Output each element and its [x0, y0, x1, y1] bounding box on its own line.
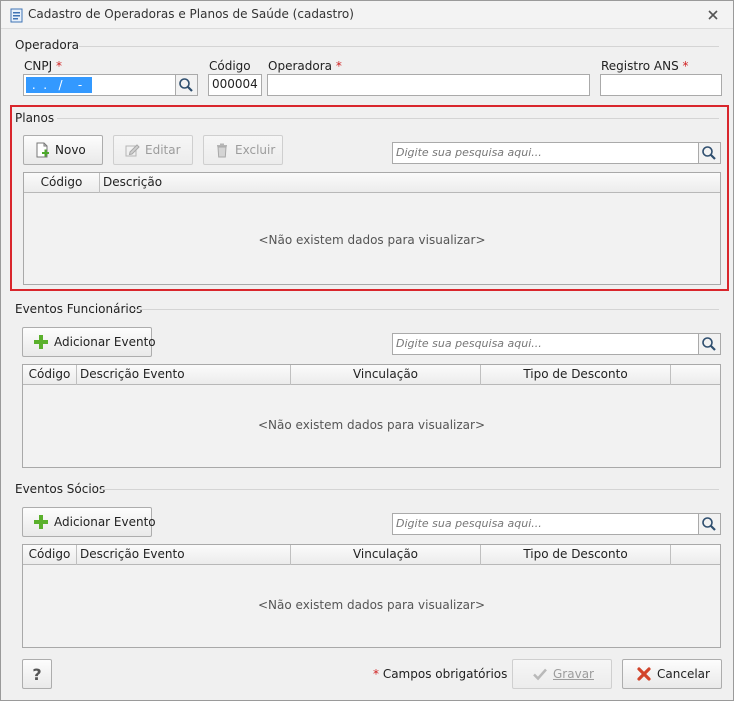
novo-button[interactable]: Novo [23, 135, 103, 165]
adicionar-evento-funcionarios-button[interactable]: Adicionar Evento [22, 327, 156, 357]
form-icon [10, 8, 23, 23]
eventos-socios-search-input[interactable]: Digite sua pesquisa aqui... [392, 513, 699, 535]
planos-search-button[interactable] [699, 142, 721, 164]
adicionar-evento-label: Adicionar Evento [54, 515, 156, 529]
cnpj-value: . . / - [26, 77, 92, 93]
registro-ans-label: Registro ANS * [601, 59, 689, 73]
column-header-descricao-evento[interactable]: Descrição Evento [77, 365, 291, 385]
edit-icon [125, 144, 140, 157]
codigo-label: Código [209, 59, 251, 73]
window-title: Cadastro de Operadoras e Planos de Saúde… [28, 7, 354, 21]
dialog-window: Cadastro de Operadoras e Planos de Saúde… [0, 0, 734, 701]
close-icon[interactable] [705, 8, 721, 22]
column-header-tipo-desconto[interactable]: Tipo de Desconto [481, 545, 671, 565]
column-header-descricao-evento[interactable]: Descrição Evento [77, 545, 291, 565]
column-header-codigo[interactable]: Código [23, 545, 77, 565]
title-bar: Cadastro de Operadoras e Planos de Saúde… [1, 1, 733, 29]
cnpj-search-button[interactable] [176, 74, 198, 96]
cancelar-label: Cancelar [657, 667, 710, 681]
section-planos-label: Planos [15, 111, 55, 125]
eventos-socios-search-button[interactable] [699, 513, 721, 535]
column-header-vinculacao[interactable]: Vinculação [291, 365, 481, 385]
planos-empty-message: <Não existem dados para visualizar> [258, 233, 486, 247]
plus-icon [34, 335, 48, 349]
eventos-funcionarios-search-input[interactable]: Digite sua pesquisa aqui... [392, 333, 699, 355]
eventos-socios-grid-header: Código Descrição Evento Vinculação Tipo … [23, 545, 720, 565]
plus-icon [34, 515, 48, 529]
new-document-icon [36, 142, 49, 158]
search-icon [179, 78, 193, 92]
excluir-button[interactable]: Excluir [203, 135, 283, 165]
gravar-label: Gravar [553, 667, 594, 681]
operadora-input[interactable] [267, 74, 590, 96]
section-divider [57, 118, 719, 119]
eventos-funcionarios-empty-message: <Não existem dados para visualizar> [257, 418, 485, 432]
operadora-label: Operadora * [268, 59, 342, 73]
editar-button[interactable]: Editar [113, 135, 193, 165]
section-eventos-socios-label: Eventos Sócios [15, 482, 106, 496]
search-icon [702, 146, 716, 160]
column-header-codigo[interactable]: Código [23, 365, 77, 385]
eventos-funcionarios-grid-header: Código Descrição Evento Vinculação Tipo … [23, 365, 720, 385]
cnpj-input[interactable]: . . / - [23, 74, 176, 96]
adicionar-evento-label: Adicionar Evento [54, 335, 156, 349]
section-divider [101, 489, 719, 490]
column-header-descricao[interactable]: Descrição [100, 173, 720, 193]
cnpj-label: CNPJ * [24, 59, 62, 73]
help-button[interactable]: ? [22, 659, 52, 689]
column-header-vinculacao[interactable]: Vinculação [291, 545, 481, 565]
column-header-tipo-desconto[interactable]: Tipo de Desconto [481, 365, 671, 385]
codigo-input[interactable]: 000004 [208, 74, 262, 96]
planos-grid-header: Código Descrição [24, 173, 720, 193]
check-icon [533, 668, 547, 681]
cancel-x-icon [637, 667, 651, 681]
column-header-codigo[interactable]: Código [24, 173, 100, 193]
planos-grid: Código Descrição <Não existem dados para… [23, 172, 721, 285]
gravar-button[interactable]: Gravar [512, 659, 612, 689]
planos-search-input[interactable]: Digite sua pesquisa aqui... [392, 142, 699, 164]
cancelar-button[interactable]: Cancelar [622, 659, 722, 689]
eventos-socios-empty-message: <Não existem dados para visualizar> [257, 598, 485, 612]
eventos-funcionarios-search-button[interactable] [699, 333, 721, 355]
section-operadora-label: Operadora [15, 38, 79, 52]
search-icon [702, 337, 716, 351]
section-divider [134, 309, 719, 310]
trash-icon [217, 143, 227, 158]
required-fields-note: * Campos obrigatórios [373, 667, 508, 681]
excluir-label: Excluir [235, 143, 276, 157]
editar-label: Editar [145, 143, 181, 157]
adicionar-evento-socios-button[interactable]: Adicionar Evento [22, 507, 156, 537]
section-divider [79, 46, 719, 47]
section-eventos-funcionarios-label: Eventos Funcionários [15, 302, 143, 316]
novo-label: Novo [55, 143, 86, 157]
search-icon [702, 517, 716, 531]
registro-ans-input[interactable] [600, 74, 722, 96]
eventos-funcionarios-grid: Código Descrição Evento Vinculação Tipo … [22, 364, 721, 468]
eventos-socios-grid: Código Descrição Evento Vinculação Tipo … [22, 544, 721, 648]
